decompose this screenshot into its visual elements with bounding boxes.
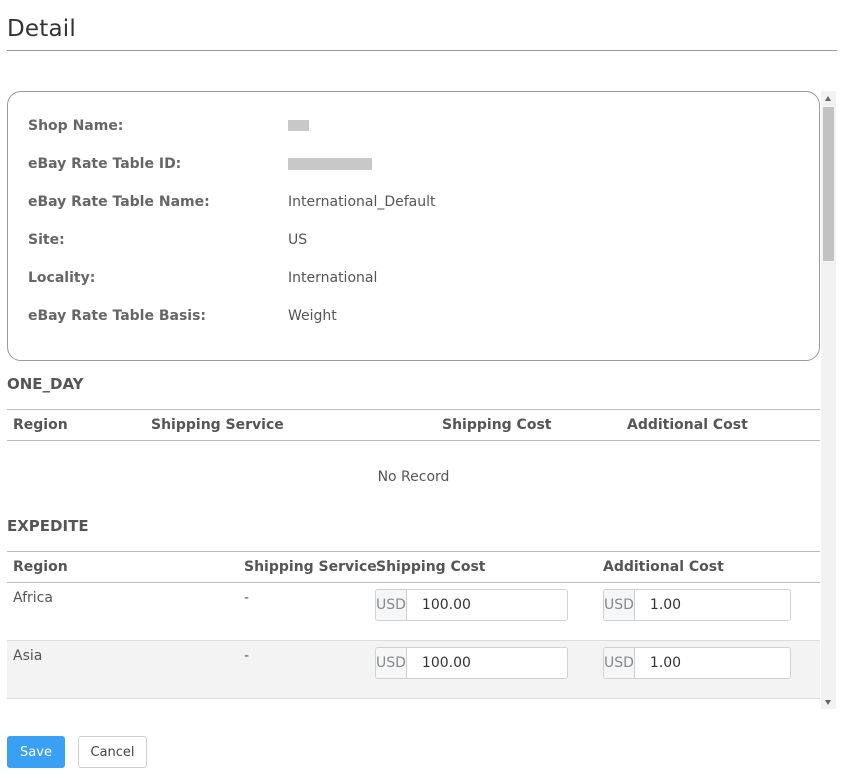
shipping-cost-input-group: USD <box>375 647 568 679</box>
additional-cost-input[interactable] <box>634 590 790 620</box>
table-row: Africa - USD USD <box>7 583 820 641</box>
detail-scroll-area: Shop Name: eBay Rate Table ID: eBay Rate… <box>7 91 820 709</box>
shop-info-card: Shop Name: eBay Rate Table ID: eBay Rate… <box>7 91 820 361</box>
shipping-service-cell: - <box>244 590 250 606</box>
additional-cost-input[interactable] <box>634 648 790 678</box>
info-label: Shop Name: <box>28 118 124 134</box>
column-header-region: Region <box>13 559 68 575</box>
column-header-additional-cost: Additional Cost <box>627 417 748 433</box>
save-button[interactable]: Save <box>7 736 65 768</box>
redacted-value <box>288 158 372 170</box>
page-title: Detail <box>7 16 76 42</box>
currency-addon: USD <box>376 590 407 620</box>
info-label: eBay Rate Table Name: <box>28 194 210 210</box>
region-cell: Asia <box>13 648 43 664</box>
shipping-cost-input[interactable] <box>406 590 567 620</box>
shipping-cost-input[interactable] <box>406 648 567 678</box>
info-value: International <box>288 270 378 286</box>
info-value: US <box>288 232 308 248</box>
no-record-message: No Record <box>377 469 450 485</box>
info-label: eBay Rate Table Basis: <box>28 308 207 324</box>
info-value: Weight <box>288 308 337 324</box>
redacted-value <box>288 120 309 131</box>
scroll-up-arrow-icon[interactable] <box>825 96 831 101</box>
column-header-additional-cost: Additional Cost <box>603 559 724 575</box>
shipping-cost-input-group: USD <box>375 589 568 621</box>
info-value: International_Default <box>288 194 436 210</box>
info-label: eBay Rate Table ID: <box>28 156 182 172</box>
cancel-button[interactable]: Cancel <box>78 736 147 768</box>
section-title-one-day: ONE_DAY <box>7 375 84 393</box>
additional-cost-input-group: USD <box>603 589 791 621</box>
additional-cost-input-group: USD <box>603 647 791 679</box>
scrollbar-thumb[interactable] <box>823 107 834 261</box>
vertical-scrollbar[interactable] <box>821 91 836 709</box>
currency-addon: USD <box>376 648 407 678</box>
info-label: Site: <box>28 232 65 248</box>
currency-addon: USD <box>604 648 635 678</box>
column-header-shipping-service: Shipping Service <box>151 417 284 433</box>
column-header-shipping-cost: Shipping Cost <box>442 417 552 433</box>
table-row: Asia - USD USD <box>7 641 820 699</box>
shipping-service-cell: - <box>244 648 250 664</box>
title-divider <box>7 50 837 51</box>
one-day-table-header: Region Shipping Service Shipping Cost Ad… <box>7 409 820 441</box>
info-label: Locality: <box>28 270 96 286</box>
section-title-expedite: EXPEDITE <box>7 517 89 535</box>
scroll-down-arrow-icon[interactable] <box>825 700 831 705</box>
column-header-shipping-cost: Shipping Cost <box>376 559 486 575</box>
currency-addon: USD <box>604 590 635 620</box>
column-header-region: Region <box>13 417 68 433</box>
expedite-table-header: Region Shipping Service Shipping Cost Ad… <box>7 551 820 583</box>
region-cell: Africa <box>13 590 53 606</box>
column-header-shipping-service: Shipping Service <box>244 559 377 575</box>
